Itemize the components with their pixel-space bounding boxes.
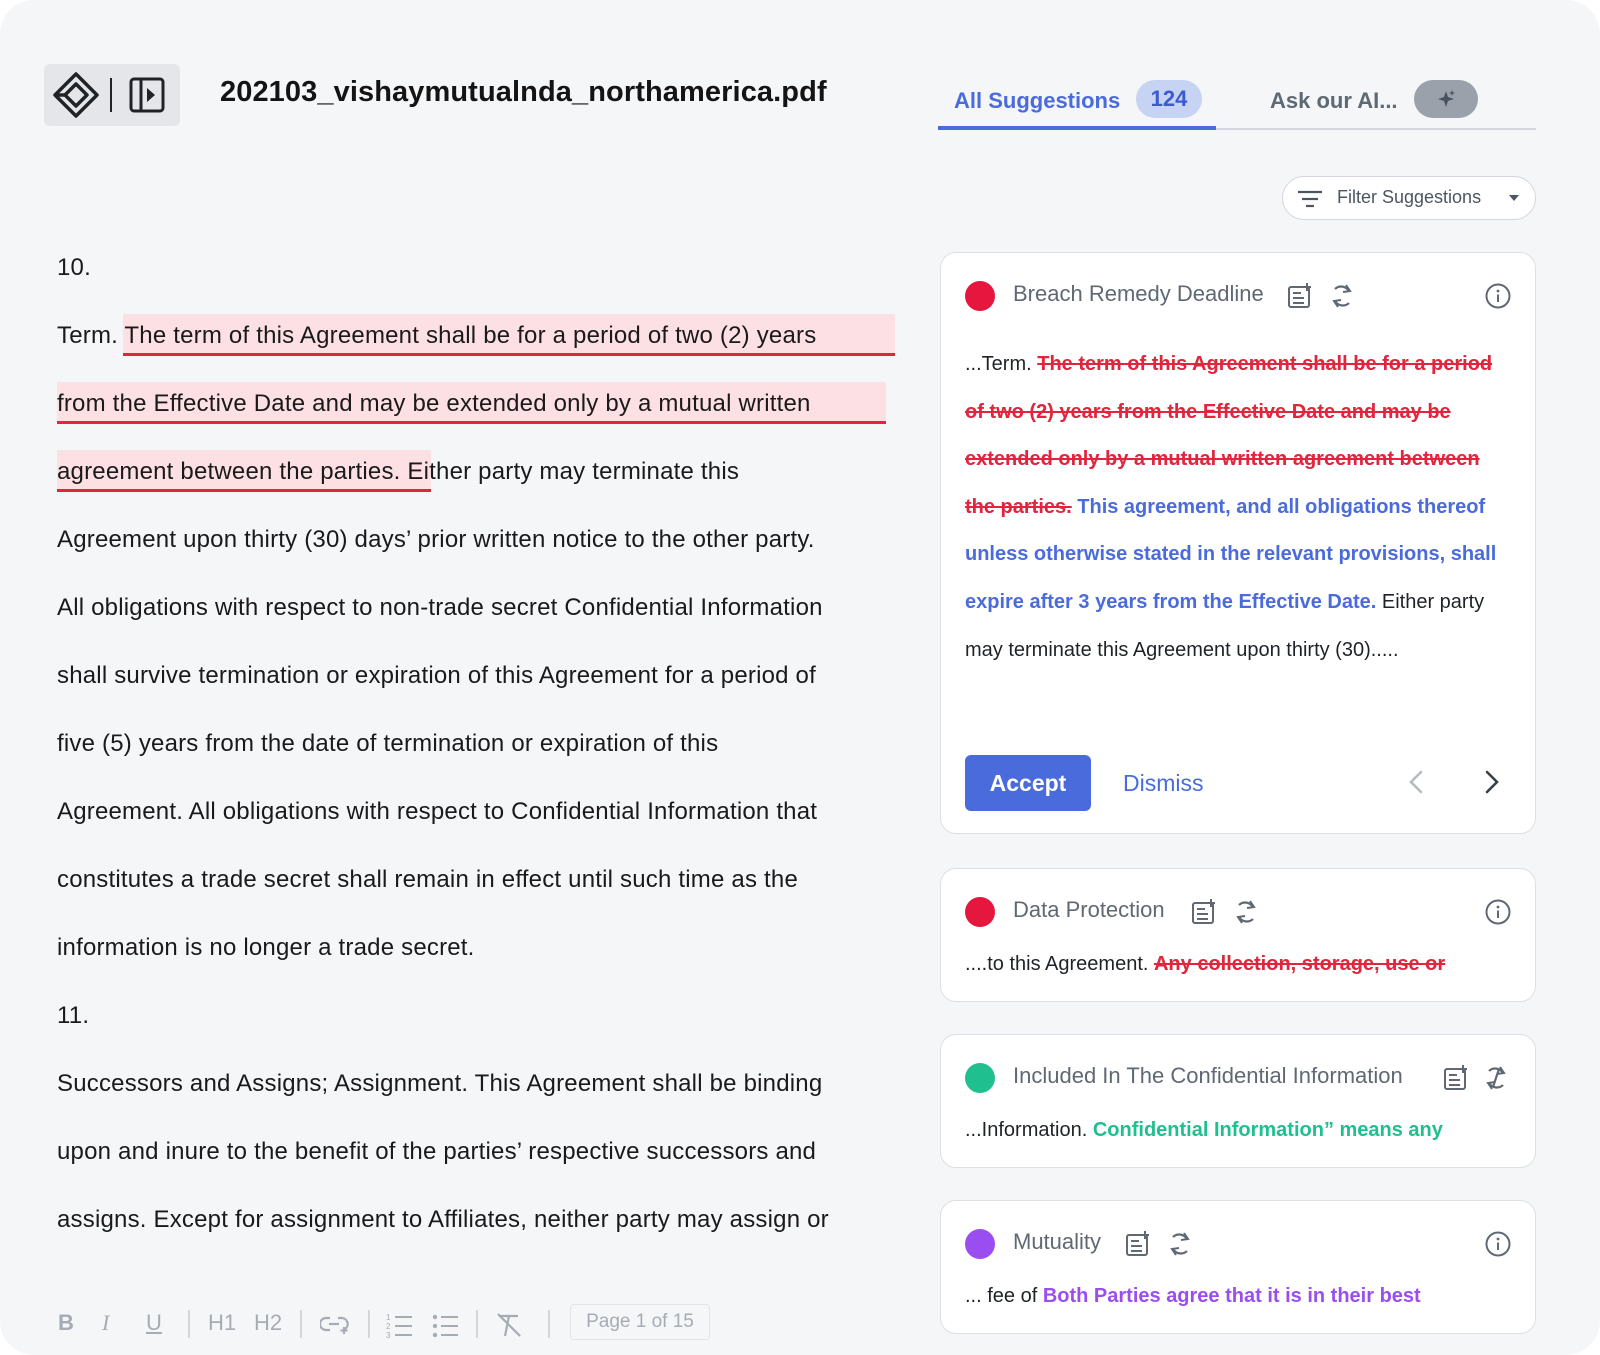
suggestion-diff: ...Information. Confidential Information… — [965, 1107, 1515, 1155]
doc-line: shall survive termination or expiration … — [57, 662, 816, 689]
refresh-icon[interactable] — [1167, 1231, 1193, 1257]
toolbar-divider — [368, 1310, 370, 1338]
suggestion-diff: ....to this Agreement. Any collection, s… — [965, 941, 1515, 989]
refresh-off-icon[interactable] — [1483, 1065, 1509, 1091]
doc-line: upon and inure to the benefit of the par… — [57, 1138, 817, 1165]
suggestion-title: Mutuality — [1013, 1229, 1102, 1254]
svg-text:2: 2 — [386, 1322, 391, 1331]
svg-text:3: 3 — [386, 1331, 391, 1338]
clear-formatting-icon[interactable] — [496, 1312, 522, 1338]
numbered-list-icon[interactable]: 1 2 3 — [386, 1312, 412, 1338]
toolbar-divider — [188, 1310, 190, 1338]
accept-button[interactable]: Accept — [965, 755, 1091, 811]
doc-line: agreement between the parties. Either pa… — [57, 458, 740, 485]
chevron-right-icon[interactable] — [1483, 769, 1501, 795]
suggestion-tabs: All Suggestions 124 Ask our AI... — [938, 70, 1536, 130]
tab-all-suggestions-label: All Suggestions — [954, 88, 1121, 113]
doc-line: constitutes a trade secret shall remain … — [57, 866, 798, 893]
info-icon[interactable] — [1485, 899, 1511, 925]
diff-context: ... fee of — [965, 1285, 1043, 1307]
severity-dot — [965, 281, 995, 311]
info-icon[interactable] — [1485, 283, 1511, 309]
suggestion-title: Data Protection — [1013, 897, 1165, 922]
suggestion-card[interactable]: Breach Remedy Deadline ...Term. The term… — [940, 252, 1536, 834]
ask-ai-button[interactable] — [1414, 80, 1478, 118]
link-icon[interactable] — [320, 1314, 350, 1334]
dismiss-button[interactable]: Dismiss — [1123, 755, 1204, 811]
note-icon[interactable] — [1125, 1231, 1151, 1257]
doc-line: Agreement. All obligations with respect … — [57, 798, 818, 825]
diff-context: ....to this Agreement. — [965, 953, 1154, 975]
svg-text:1: 1 — [386, 1313, 391, 1322]
document-body[interactable]: 10. Term. The term of this Agreement sha… — [57, 240, 917, 1270]
italic-button[interactable]: I — [102, 1310, 109, 1336]
logo-icon — [53, 72, 99, 118]
doc-line: All obligations with respect to non-trad… — [57, 594, 823, 621]
chevron-down-icon — [1509, 195, 1519, 201]
filter-suggestions-label: Filter Suggestions — [1337, 187, 1482, 207]
suggestion-card[interactable]: Data Protection ....to this Agreement. A… — [940, 868, 1536, 1002]
sidebar-toggle-icon[interactable] — [128, 76, 166, 114]
diff-deletion: The term of this Agreement shall be for … — [965, 353, 1493, 518]
suggestion-card[interactable]: Included In The Confidential Information… — [940, 1034, 1536, 1168]
filter-suggestions-button[interactable]: Filter Suggestions — [1282, 176, 1536, 220]
doc-line: information is no longer a trade secret. — [57, 934, 475, 961]
app-window: 202103_vishaymutualnda_northamerica.pdf … — [0, 0, 1600, 1355]
note-icon[interactable] — [1191, 899, 1217, 925]
heading-2-button[interactable]: H2 — [254, 1310, 282, 1336]
suggestion-card[interactable]: Mutuality ... fee of Both Parties agree … — [940, 1200, 1536, 1334]
severity-dot — [965, 1229, 995, 1259]
diff-insertion: Confidential Information” means any — [1092, 1119, 1443, 1141]
doc-line: from the Effective Date and may be exten… — [57, 390, 811, 417]
severity-dot — [965, 897, 995, 927]
doc-line: Agreement upon thirty (30) days’ prior w… — [57, 526, 815, 553]
diff-deletion: Any collection, storage, use or — [1153, 953, 1446, 975]
logo-divider — [110, 78, 112, 112]
severity-dot — [965, 1063, 995, 1093]
doc-line: Successors and Assigns; Assignment. This… — [57, 1070, 823, 1097]
suggestion-title: Included In The Confidential Information — [1013, 1063, 1403, 1088]
refresh-icon[interactable] — [1233, 899, 1259, 925]
suggestion-count-badge: 124 — [1136, 80, 1202, 118]
page-indicator: Page 1 of 15 — [570, 1304, 710, 1340]
document-title: 202103_vishaymutualnda_northamerica.pdf — [220, 76, 827, 108]
bold-button[interactable]: B — [58, 1310, 74, 1336]
suggestion-diff: ...Term. The term of this Agreement shal… — [965, 341, 1515, 674]
underline-button[interactable]: U — [146, 1310, 162, 1336]
doc-line: 11. — [57, 1002, 90, 1029]
toolbar-divider — [476, 1310, 478, 1338]
suggestion-title: Breach Remedy Deadline — [1013, 281, 1264, 306]
note-icon[interactable] — [1443, 1065, 1469, 1091]
bullet-list-icon[interactable] — [432, 1312, 458, 1338]
diff-insertion: Both Parties agree that it is in their b… — [1042, 1285, 1421, 1307]
suggestion-diff: ... fee of Both Parties agree that it is… — [965, 1273, 1515, 1321]
doc-line: assigns. Except for assignment to Affili… — [57, 1206, 829, 1233]
toolbar-divider — [548, 1310, 550, 1338]
tab-ask-ai[interactable]: Ask our AI... — [1270, 88, 1398, 114]
tab-all-suggestions[interactable]: All Suggestions 124 — [938, 70, 1216, 130]
note-icon[interactable] — [1287, 283, 1313, 309]
doc-line: Term. The term of this Agreement shall b… — [57, 322, 817, 349]
chevron-left-icon[interactable] — [1407, 769, 1425, 795]
logo-toolbar — [44, 64, 180, 126]
refresh-icon[interactable] — [1329, 283, 1355, 309]
toolbar-divider — [300, 1310, 302, 1338]
formatting-toolbar: B I U H1 H2 1 2 3 Page 1 of 15 — [56, 1302, 756, 1342]
info-icon[interactable] — [1485, 1231, 1511, 1257]
filter-icon — [1298, 190, 1322, 208]
heading-1-button[interactable]: H1 — [208, 1310, 236, 1336]
diff-context: ...Term. — [965, 353, 1038, 375]
diff-context: ...Information. — [965, 1119, 1093, 1141]
doc-line: five (5) years from the date of terminat… — [57, 730, 719, 757]
doc-line: 10. — [57, 254, 91, 281]
sparkle-icon — [1438, 90, 1455, 107]
